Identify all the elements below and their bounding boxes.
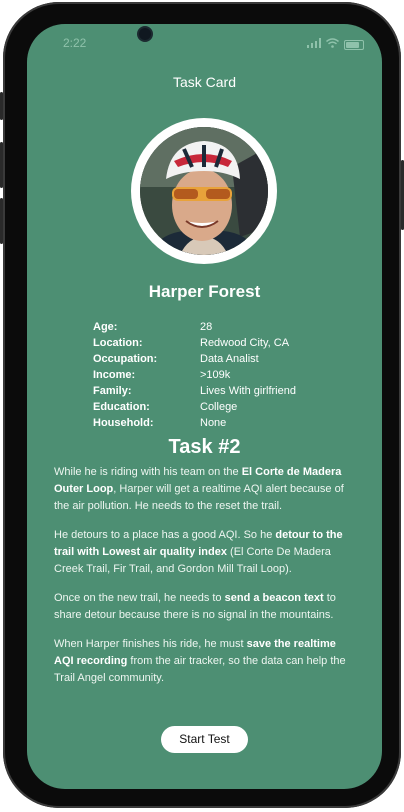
task-paragraph: He detours to a place has a good AQI. So… <box>54 527 354 578</box>
attribute-label: Education: <box>93 401 150 413</box>
attribute-value: 28 <box>200 321 213 333</box>
task-text: When Harper finishes his ride, he must <box>54 638 247 650</box>
phone-frame: 2:22 Task Card Harper Forest Age: 28 Loc… <box>3 2 401 808</box>
attribute-row-location: Location: Redwood City, CA <box>93 335 363 351</box>
attribute-value: College <box>200 401 238 413</box>
task-paragraph: When Harper finishes his ride, he must s… <box>54 636 354 687</box>
attribute-row-household: Household: None <box>93 415 363 431</box>
attribute-row-family: Family: Lives With girlfriend <box>93 383 363 399</box>
attribute-value: Redwood City, CA <box>200 337 290 349</box>
start-test-button[interactable]: Start Test <box>161 726 248 753</box>
attribute-value: Data Analist <box>200 353 259 365</box>
attribute-label: Location: <box>93 337 143 349</box>
attribute-value: None <box>200 417 227 429</box>
attribute-label: Family: <box>93 385 132 397</box>
attribute-label: Household: <box>93 417 154 429</box>
task-text: While he is riding with his team on the <box>54 466 242 478</box>
attribute-label: Age: <box>93 321 118 333</box>
persona-attributes: Age: 28 Location: Redwood City, CA Occup… <box>93 319 363 431</box>
attribute-label: Occupation: <box>93 353 158 365</box>
wifi-icon <box>326 38 339 51</box>
task-text: He detours to a place has a good AQI. So… <box>54 529 276 541</box>
task-title: Task #2 <box>168 436 241 458</box>
status-bar: 2:22 <box>27 24 382 64</box>
task-highlight: send a beacon text <box>224 592 324 604</box>
attribute-row-age: Age: 28 <box>93 319 363 335</box>
battery-icon <box>344 39 364 50</box>
persona-name: Harper Forest <box>148 282 261 301</box>
screen: 2:22 Task Card Harper Forest Age: 28 Loc… <box>27 24 382 789</box>
avatar <box>140 127 268 255</box>
status-icons <box>307 38 364 51</box>
status-time: 2:22 <box>63 36 87 50</box>
attribute-value: Lives With girlfriend <box>200 385 296 397</box>
attribute-row-occupation: Occupation: Data Analist <box>93 351 363 367</box>
page-title: Task Card <box>172 74 237 90</box>
signal-icon <box>307 38 321 51</box>
avatar-ring <box>131 118 277 264</box>
cyclist-portrait-icon <box>140 127 268 255</box>
front-camera <box>139 28 151 40</box>
task-text: Once on the new trail, he needs to <box>54 592 225 604</box>
attribute-row-income: Income: >109k <box>93 367 363 383</box>
attribute-label: Income: <box>93 369 136 381</box>
phone-device: 2:22 Task Card Harper Forest Age: 28 Loc… <box>0 0 404 812</box>
task-description: While he is riding with his team on the … <box>54 464 354 699</box>
attribute-value: >109k <box>200 369 231 381</box>
task-paragraph: While he is riding with his team on the … <box>54 464 354 515</box>
task-paragraph: Once on the new trail, he needs to send … <box>54 590 354 624</box>
attribute-row-education: Education: College <box>93 399 363 415</box>
